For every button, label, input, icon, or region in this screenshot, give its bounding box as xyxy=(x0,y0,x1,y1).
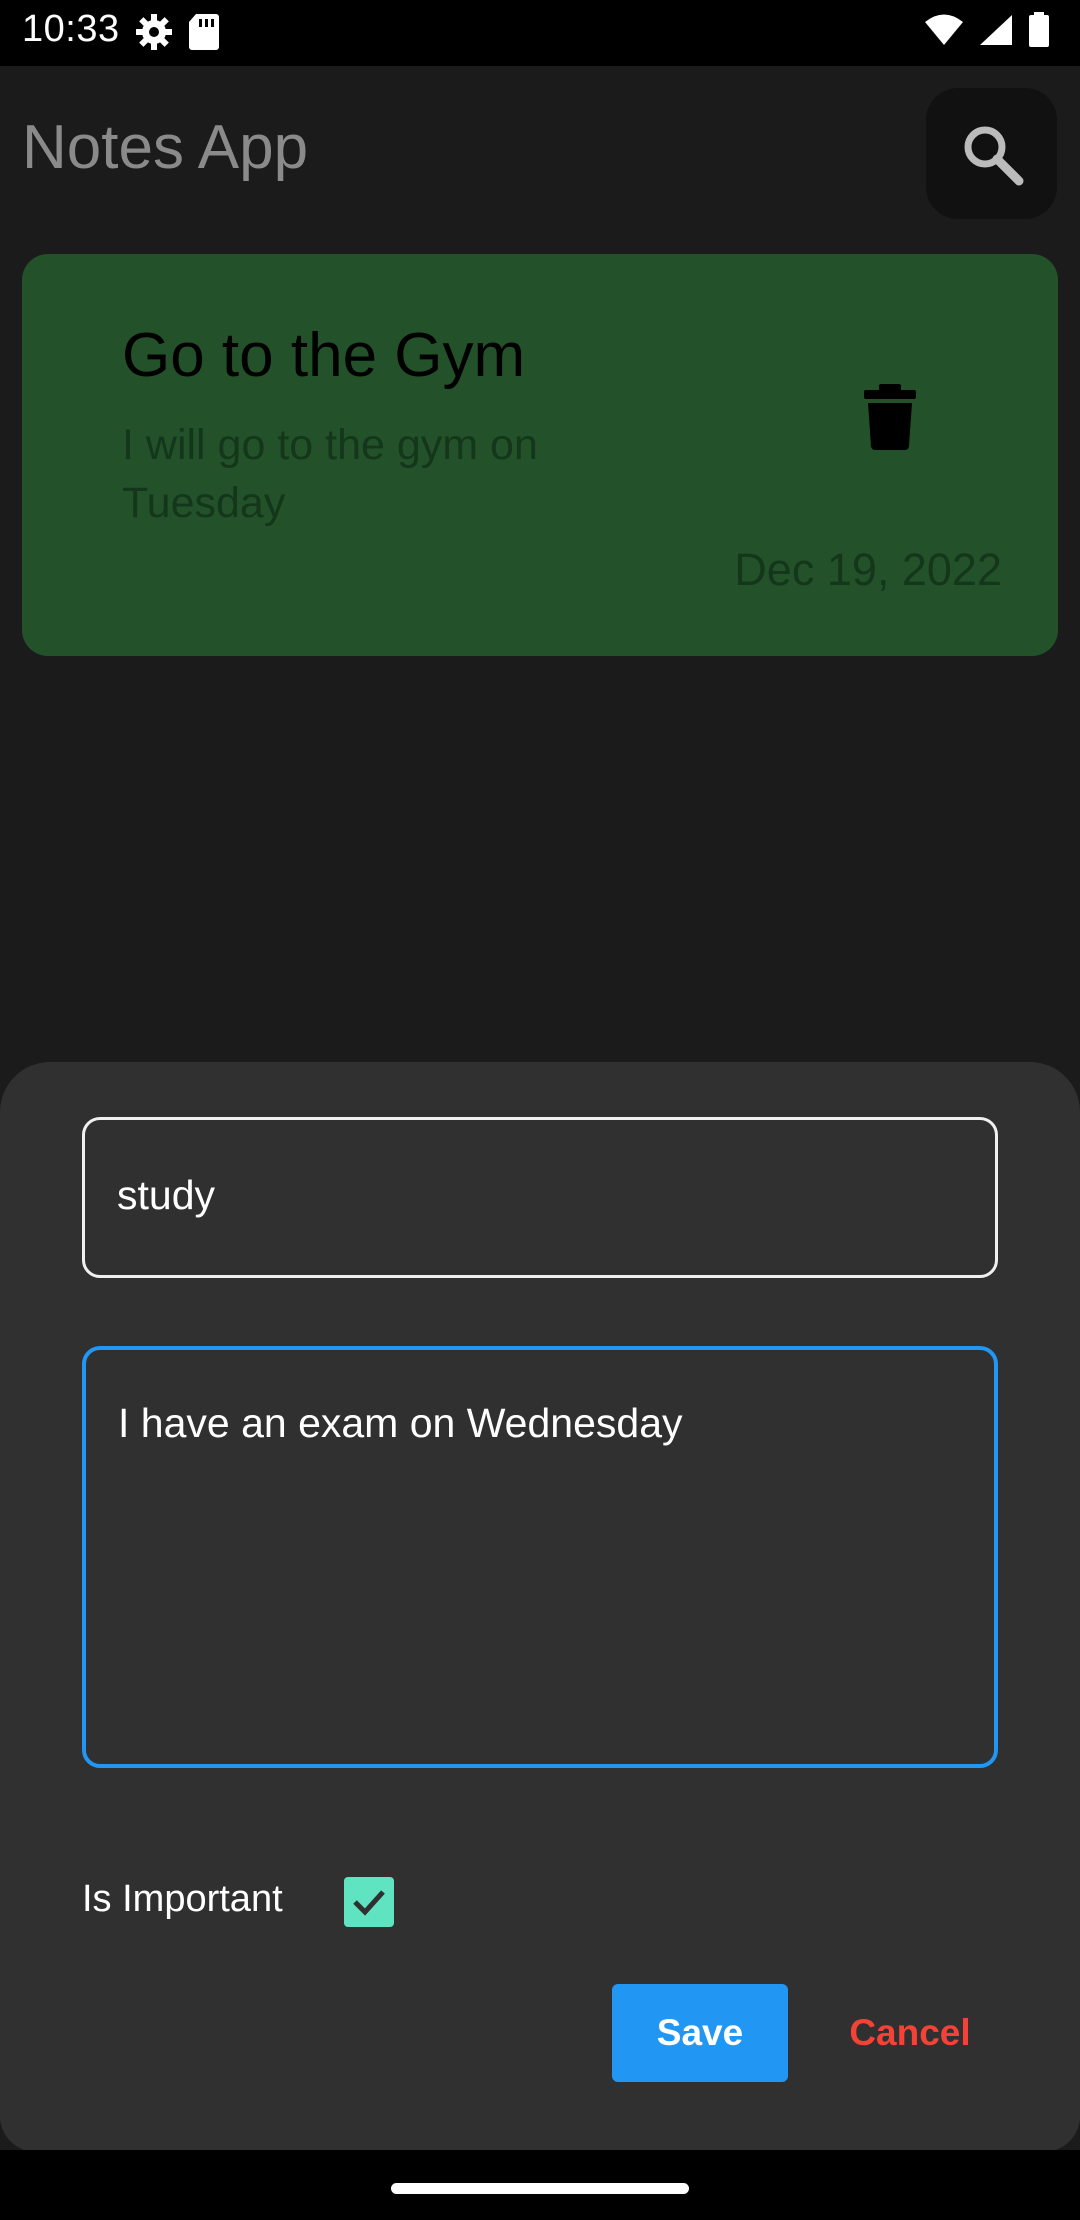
note-body-input-value: I have an exam on Wednesday xyxy=(118,1400,683,1446)
is-important-checkbox[interactable] xyxy=(344,1877,394,1927)
status-left-icons xyxy=(134,12,220,52)
search-button[interactable] xyxy=(926,88,1057,219)
checkmark-icon xyxy=(353,1890,385,1916)
delete-trash-icon[interactable] xyxy=(862,384,918,450)
app-title: Notes App xyxy=(22,113,309,182)
settings-gear-icon xyxy=(136,14,172,50)
note-date: Dec 19, 2022 xyxy=(734,544,1002,595)
sd-card-icon xyxy=(189,14,219,50)
save-button[interactable]: Save xyxy=(612,1984,788,2082)
wifi-icon xyxy=(925,14,963,45)
navigation-bar xyxy=(0,2150,1080,2220)
search-icon xyxy=(964,126,1023,185)
status-right-icons xyxy=(924,12,1050,48)
cancel-button[interactable]: Cancel xyxy=(820,1984,1000,2082)
note-title: Go to the Gym xyxy=(122,321,526,390)
note-title-input[interactable]: study xyxy=(82,1117,998,1278)
status-bar: 10:33 xyxy=(0,0,1080,66)
cellular-signal-icon xyxy=(980,15,1012,45)
is-important-label: Is Important xyxy=(82,1878,283,1920)
note-card[interactable]: Go to the Gym I will go to the gym on Tu… xyxy=(22,254,1058,656)
battery-icon xyxy=(1029,12,1049,47)
home-indicator[interactable] xyxy=(391,2183,689,2194)
status-time: 10:33 xyxy=(22,8,120,50)
note-body: I will go to the gym on Tuesday xyxy=(122,421,538,527)
note-body-input[interactable]: I have an exam on Wednesday xyxy=(82,1346,998,1768)
note-title-input-value: study xyxy=(117,1172,215,1218)
